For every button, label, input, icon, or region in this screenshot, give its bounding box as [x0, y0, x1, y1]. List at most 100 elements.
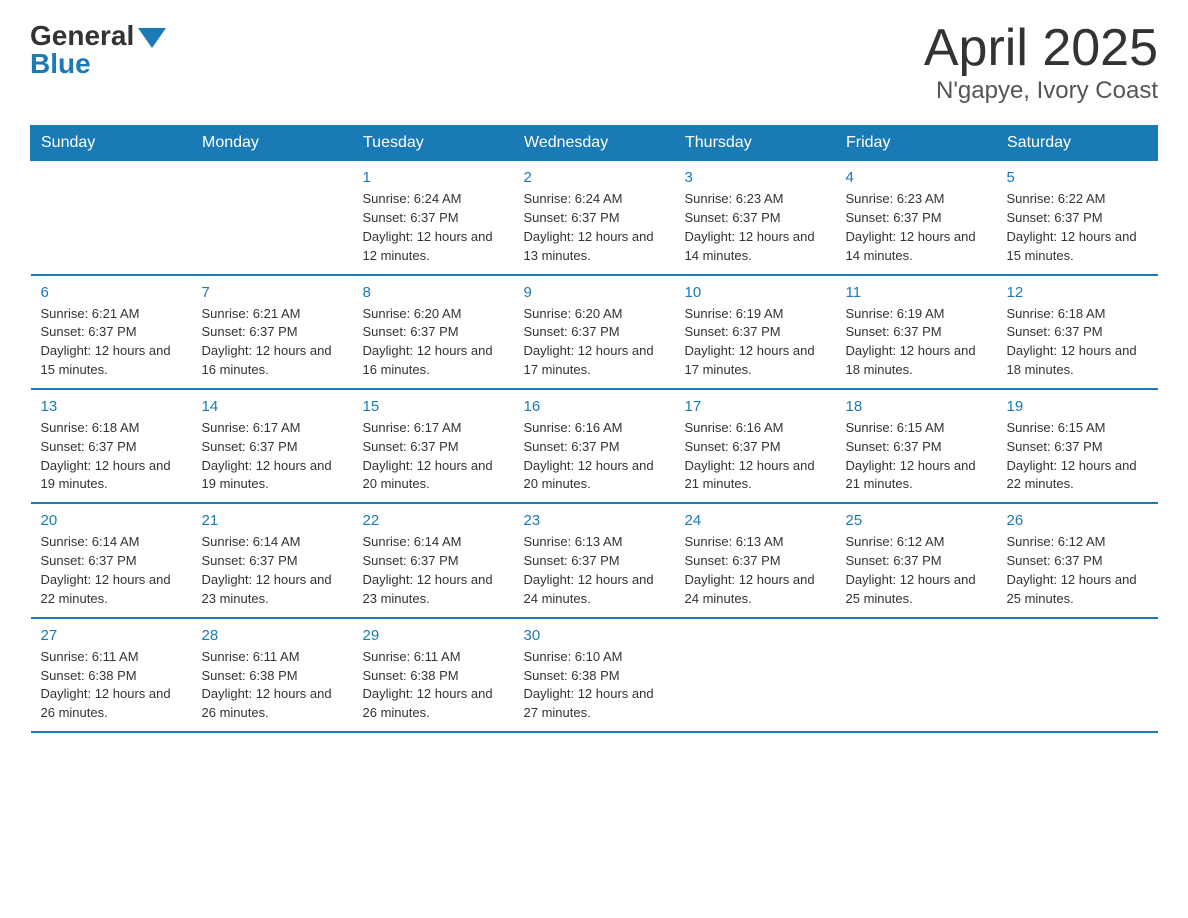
day-number: 9	[524, 284, 665, 301]
calendar-cell: 20 Sunrise: 6:14 AMSunset: 6:37 PMDaylig…	[31, 503, 192, 617]
day-number: 11	[846, 284, 987, 301]
day-number: 26	[1007, 512, 1148, 529]
day-number: 3	[685, 169, 826, 186]
logo: General Blue	[30, 20, 166, 80]
day-number: 2	[524, 169, 665, 186]
header-sunday: Sunday	[31, 126, 192, 161]
calendar-cell	[675, 618, 836, 732]
day-info: Sunrise: 6:23 AMSunset: 6:37 PMDaylight:…	[685, 190, 826, 265]
logo-triangle-icon	[138, 28, 166, 48]
calendar-cell: 26 Sunrise: 6:12 AMSunset: 6:37 PMDaylig…	[997, 503, 1158, 617]
day-info: Sunrise: 6:20 AMSunset: 6:37 PMDaylight:…	[363, 305, 504, 380]
day-number: 7	[202, 284, 343, 301]
header-thursday: Thursday	[675, 126, 836, 161]
day-number: 18	[846, 398, 987, 415]
day-number: 4	[846, 169, 987, 186]
day-info: Sunrise: 6:16 AMSunset: 6:37 PMDaylight:…	[685, 419, 826, 494]
day-number: 16	[524, 398, 665, 415]
day-number: 25	[846, 512, 987, 529]
calendar-cell: 28 Sunrise: 6:11 AMSunset: 6:38 PMDaylig…	[192, 618, 353, 732]
calendar-week-row: 27 Sunrise: 6:11 AMSunset: 6:38 PMDaylig…	[31, 618, 1158, 732]
day-number: 17	[685, 398, 826, 415]
day-info: Sunrise: 6:10 AMSunset: 6:38 PMDaylight:…	[524, 648, 665, 723]
day-number: 30	[524, 627, 665, 644]
calendar-cell: 29 Sunrise: 6:11 AMSunset: 6:38 PMDaylig…	[353, 618, 514, 732]
day-info: Sunrise: 6:11 AMSunset: 6:38 PMDaylight:…	[202, 648, 343, 723]
day-info: Sunrise: 6:19 AMSunset: 6:37 PMDaylight:…	[685, 305, 826, 380]
calendar-cell: 4 Sunrise: 6:23 AMSunset: 6:37 PMDayligh…	[836, 161, 997, 275]
day-info: Sunrise: 6:13 AMSunset: 6:37 PMDaylight:…	[685, 533, 826, 608]
day-number: 24	[685, 512, 826, 529]
calendar-table: Sunday Monday Tuesday Wednesday Thursday…	[30, 125, 1158, 733]
day-number: 10	[685, 284, 826, 301]
day-number: 12	[1007, 284, 1148, 301]
header-monday: Monday	[192, 126, 353, 161]
day-number: 22	[363, 512, 504, 529]
day-info: Sunrise: 6:14 AMSunset: 6:37 PMDaylight:…	[41, 533, 182, 608]
day-number: 19	[1007, 398, 1148, 415]
calendar-cell	[192, 161, 353, 275]
day-number: 1	[363, 169, 504, 186]
day-info: Sunrise: 6:11 AMSunset: 6:38 PMDaylight:…	[41, 648, 182, 723]
calendar-cell: 19 Sunrise: 6:15 AMSunset: 6:37 PMDaylig…	[997, 389, 1158, 503]
calendar-cell: 5 Sunrise: 6:22 AMSunset: 6:37 PMDayligh…	[997, 161, 1158, 275]
day-info: Sunrise: 6:16 AMSunset: 6:37 PMDaylight:…	[524, 419, 665, 494]
header-friday: Friday	[836, 126, 997, 161]
day-info: Sunrise: 6:21 AMSunset: 6:37 PMDaylight:…	[41, 305, 182, 380]
calendar-cell: 16 Sunrise: 6:16 AMSunset: 6:37 PMDaylig…	[514, 389, 675, 503]
day-number: 23	[524, 512, 665, 529]
calendar-cell: 23 Sunrise: 6:13 AMSunset: 6:37 PMDaylig…	[514, 503, 675, 617]
title-section: April 2025 N'gapye, Ivory Coast	[924, 20, 1158, 105]
calendar-week-row: 1 Sunrise: 6:24 AMSunset: 6:37 PMDayligh…	[31, 161, 1158, 275]
calendar-cell: 9 Sunrise: 6:20 AMSunset: 6:37 PMDayligh…	[514, 275, 675, 389]
calendar-cell: 3 Sunrise: 6:23 AMSunset: 6:37 PMDayligh…	[675, 161, 836, 275]
day-number: 14	[202, 398, 343, 415]
day-info: Sunrise: 6:19 AMSunset: 6:37 PMDaylight:…	[846, 305, 987, 380]
calendar-cell	[31, 161, 192, 275]
calendar-cell: 21 Sunrise: 6:14 AMSunset: 6:37 PMDaylig…	[192, 503, 353, 617]
day-info: Sunrise: 6:24 AMSunset: 6:37 PMDaylight:…	[524, 190, 665, 265]
day-info: Sunrise: 6:21 AMSunset: 6:37 PMDaylight:…	[202, 305, 343, 380]
weekday-header-row: Sunday Monday Tuesday Wednesday Thursday…	[31, 126, 1158, 161]
calendar-week-row: 13 Sunrise: 6:18 AMSunset: 6:37 PMDaylig…	[31, 389, 1158, 503]
day-info: Sunrise: 6:17 AMSunset: 6:37 PMDaylight:…	[202, 419, 343, 494]
day-info: Sunrise: 6:18 AMSunset: 6:37 PMDaylight:…	[1007, 305, 1148, 380]
calendar-cell: 8 Sunrise: 6:20 AMSunset: 6:37 PMDayligh…	[353, 275, 514, 389]
day-info: Sunrise: 6:14 AMSunset: 6:37 PMDaylight:…	[363, 533, 504, 608]
calendar-cell: 18 Sunrise: 6:15 AMSunset: 6:37 PMDaylig…	[836, 389, 997, 503]
calendar-cell: 2 Sunrise: 6:24 AMSunset: 6:37 PMDayligh…	[514, 161, 675, 275]
day-number: 8	[363, 284, 504, 301]
day-number: 15	[363, 398, 504, 415]
day-info: Sunrise: 6:22 AMSunset: 6:37 PMDaylight:…	[1007, 190, 1148, 265]
header-saturday: Saturday	[997, 126, 1158, 161]
calendar-cell: 14 Sunrise: 6:17 AMSunset: 6:37 PMDaylig…	[192, 389, 353, 503]
day-number: 6	[41, 284, 182, 301]
day-info: Sunrise: 6:20 AMSunset: 6:37 PMDaylight:…	[524, 305, 665, 380]
day-info: Sunrise: 6:17 AMSunset: 6:37 PMDaylight:…	[363, 419, 504, 494]
calendar-cell: 27 Sunrise: 6:11 AMSunset: 6:38 PMDaylig…	[31, 618, 192, 732]
calendar-cell: 7 Sunrise: 6:21 AMSunset: 6:37 PMDayligh…	[192, 275, 353, 389]
calendar-cell: 24 Sunrise: 6:13 AMSunset: 6:37 PMDaylig…	[675, 503, 836, 617]
calendar-cell: 17 Sunrise: 6:16 AMSunset: 6:37 PMDaylig…	[675, 389, 836, 503]
calendar-cell: 13 Sunrise: 6:18 AMSunset: 6:37 PMDaylig…	[31, 389, 192, 503]
day-info: Sunrise: 6:12 AMSunset: 6:37 PMDaylight:…	[1007, 533, 1148, 608]
day-info: Sunrise: 6:18 AMSunset: 6:37 PMDaylight:…	[41, 419, 182, 494]
day-number: 5	[1007, 169, 1148, 186]
calendar-cell: 10 Sunrise: 6:19 AMSunset: 6:37 PMDaylig…	[675, 275, 836, 389]
day-info: Sunrise: 6:23 AMSunset: 6:37 PMDaylight:…	[846, 190, 987, 265]
calendar-cell: 15 Sunrise: 6:17 AMSunset: 6:37 PMDaylig…	[353, 389, 514, 503]
calendar-cell: 25 Sunrise: 6:12 AMSunset: 6:37 PMDaylig…	[836, 503, 997, 617]
day-info: Sunrise: 6:11 AMSunset: 6:38 PMDaylight:…	[363, 648, 504, 723]
calendar-week-row: 20 Sunrise: 6:14 AMSunset: 6:37 PMDaylig…	[31, 503, 1158, 617]
day-number: 13	[41, 398, 182, 415]
calendar-subtitle: N'gapye, Ivory Coast	[924, 77, 1158, 105]
header-wednesday: Wednesday	[514, 126, 675, 161]
day-number: 28	[202, 627, 343, 644]
day-info: Sunrise: 6:12 AMSunset: 6:37 PMDaylight:…	[846, 533, 987, 608]
day-info: Sunrise: 6:15 AMSunset: 6:37 PMDaylight:…	[1007, 419, 1148, 494]
day-info: Sunrise: 6:13 AMSunset: 6:37 PMDaylight:…	[524, 533, 665, 608]
day-number: 29	[363, 627, 504, 644]
day-info: Sunrise: 6:15 AMSunset: 6:37 PMDaylight:…	[846, 419, 987, 494]
calendar-cell	[836, 618, 997, 732]
calendar-cell: 1 Sunrise: 6:24 AMSunset: 6:37 PMDayligh…	[353, 161, 514, 275]
